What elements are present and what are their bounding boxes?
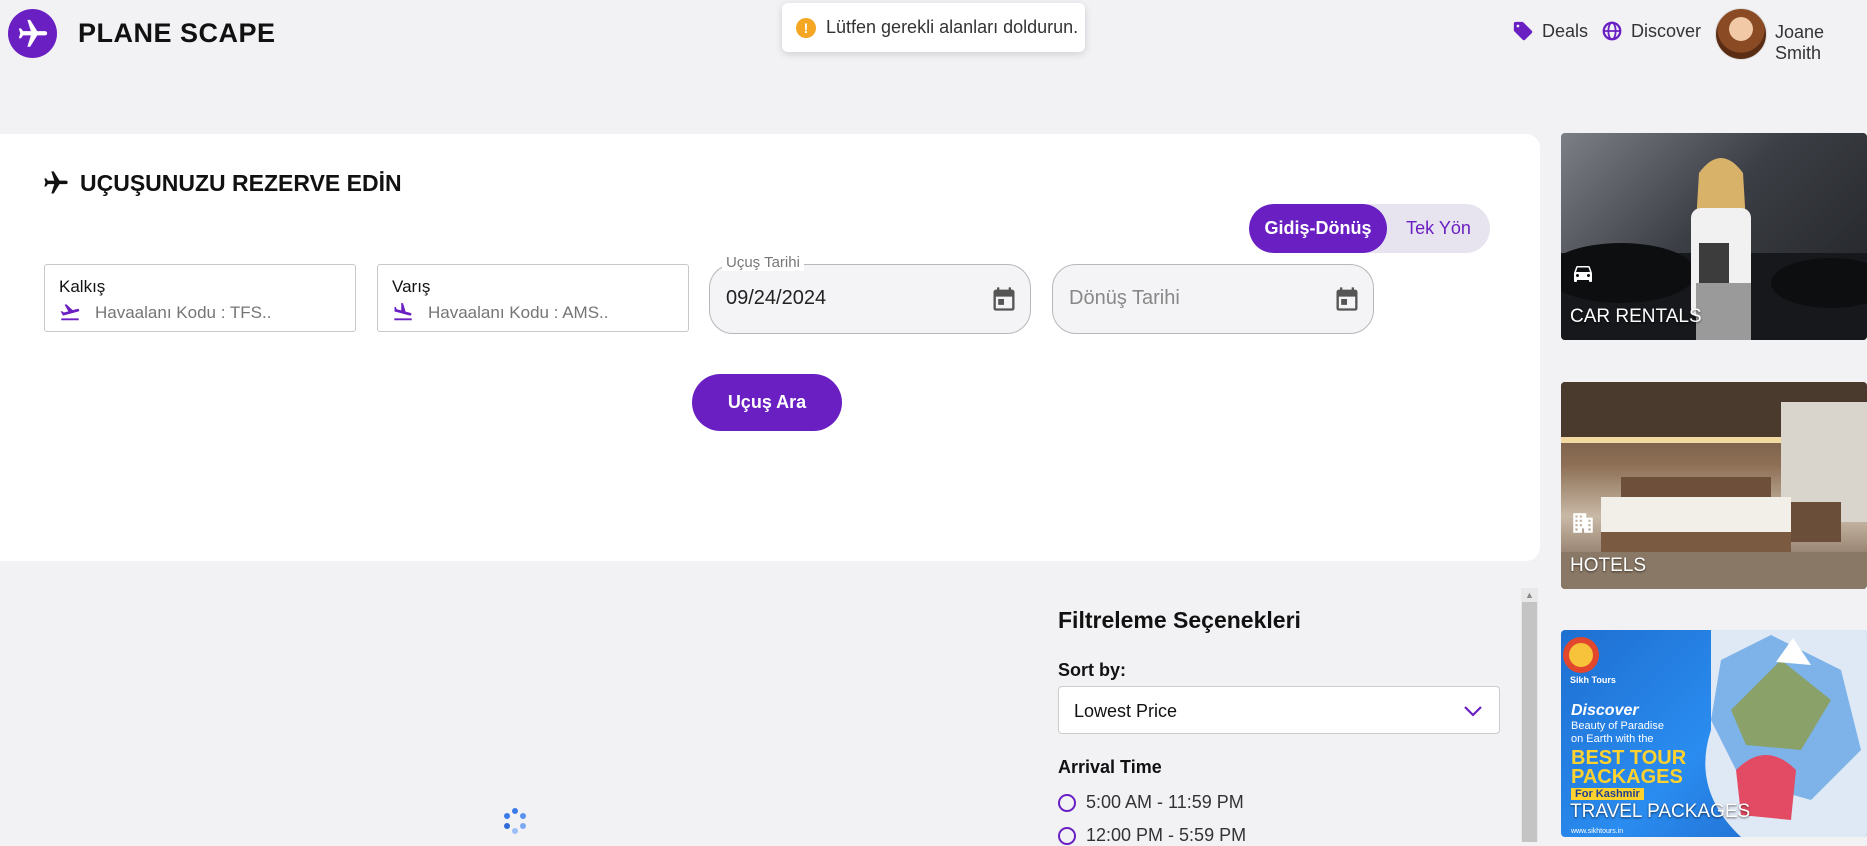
nav-discover-label: Discover [1631,20,1702,41]
airplane-icon [44,171,68,194]
promo-url: www.sikhtours.in [1571,828,1624,835]
scroll-up-icon[interactable]: ▲ [1525,590,1534,600]
booking-title-text: UÇUŞUNUZU REZERVE EDİN [80,169,402,196]
chevron-down-icon [1464,706,1482,717]
travel-packages-card[interactable]: Sikh Tours Discover Beauty of Paradise o… [1561,630,1867,837]
round-trip-option[interactable]: Gidiş-Dönüş [1249,204,1387,253]
loading-spinner-icon [504,808,526,834]
promo-line-5: PACKAGES [1571,766,1683,788]
departure-field[interactable]: Kalkış [44,264,356,332]
user-name[interactable]: Joane Smith [1775,22,1867,64]
toast-message: Lütfen gerekli alanları doldurun. [826,17,1079,37]
arrival-time-label: Arrival Time [1058,757,1162,777]
calendar-icon[interactable] [1333,285,1361,313]
nav-deals-label: Deals [1542,20,1589,41]
validation-toast: ! Lütfen gerekli alanları doldurun. [782,3,1085,52]
return-date-placeholder[interactable]: Dönüş Tarihi [1069,287,1180,310]
return-date-field[interactable]: Dönüş Tarihi [1052,264,1374,334]
booking-title: UÇUŞUNUZU REZERVE EDİN [42,169,402,197]
promo-brand: Sikh Tours [1570,675,1616,685]
departure-label: Kalkış [59,277,106,296]
tag-icon [1513,21,1533,41]
sort-label: Sort by: [1058,660,1127,680]
booking-panel: UÇUŞUNUZU REZERVE EDİN Gidiş-Dönüş Tek Y… [0,134,1540,561]
avatar[interactable] [1715,8,1767,60]
arrival-option-label: 12:00 PM - 5:59 PM [1086,825,1247,845]
flight-date-label: Uçuş Tarihi [722,254,804,271]
search-flights-button[interactable]: Uçuş Ara [692,374,842,431]
arrival-label: Varış [392,277,431,296]
departure-input[interactable] [95,303,335,323]
promo-line-6: For Kashmir [1571,788,1644,800]
trip-type-toggle: Gidiş-Dönüş Tek Yön [1249,204,1490,253]
promo-line-2: Beauty of Paradise [1571,720,1664,732]
brand-name[interactable]: PLANE SCAPE [78,18,276,49]
flight-date-field[interactable]: Uçuş Tarihi 09/24/2024 [709,254,1031,334]
airplane-icon [18,19,47,47]
plane-takeoff-icon [60,304,80,321]
building-icon [1573,513,1593,533]
arrival-field[interactable]: Varış [377,264,689,332]
radio-button[interactable] [1058,793,1076,812]
nav-deals[interactable]: Deals [1512,20,1588,42]
calendar-icon[interactable] [990,285,1018,313]
flight-date-value[interactable]: 09/24/2024 [726,287,826,310]
arrival-option-2[interactable]: 12:00 PM - 5:59 PM [1058,825,1246,846]
filter-scrollbar[interactable]: ▲ [1521,588,1538,842]
plane-landing-icon [394,302,412,321]
promo-line-3: on Earth with the [1571,733,1654,745]
scroll-thumb[interactable] [1522,602,1537,842]
brand-logo[interactable] [8,9,57,58]
one-way-option[interactable]: Tek Yön [1387,204,1490,253]
hotels-card[interactable]: HOTELS [1561,382,1867,589]
car-rentals-card[interactable]: CAR RENTALS [1561,133,1867,340]
filter-title: Filtreleme Seçenekleri [1058,607,1301,633]
sort-select[interactable]: Lowest Price [1058,686,1500,734]
globe-icon [1602,21,1622,41]
sort-selected-value: Lowest Price [1074,701,1178,721]
car-rentals-label: CAR RENTALS [1570,306,1702,327]
arrival-input[interactable] [428,303,668,323]
travel-packages-label: TRAVEL PACKAGES [1570,801,1751,822]
nav-discover[interactable]: Discover [1601,20,1701,42]
promo-discover: Discover [1571,702,1639,719]
hotels-label: HOTELS [1570,555,1647,576]
warning-icon: ! [796,17,816,38]
car-icon [1574,266,1592,282]
arrival-option-1[interactable]: 5:00 AM - 11:59 PM [1058,792,1244,813]
arrival-option-label: 5:00 AM - 11:59 PM [1086,792,1244,812]
